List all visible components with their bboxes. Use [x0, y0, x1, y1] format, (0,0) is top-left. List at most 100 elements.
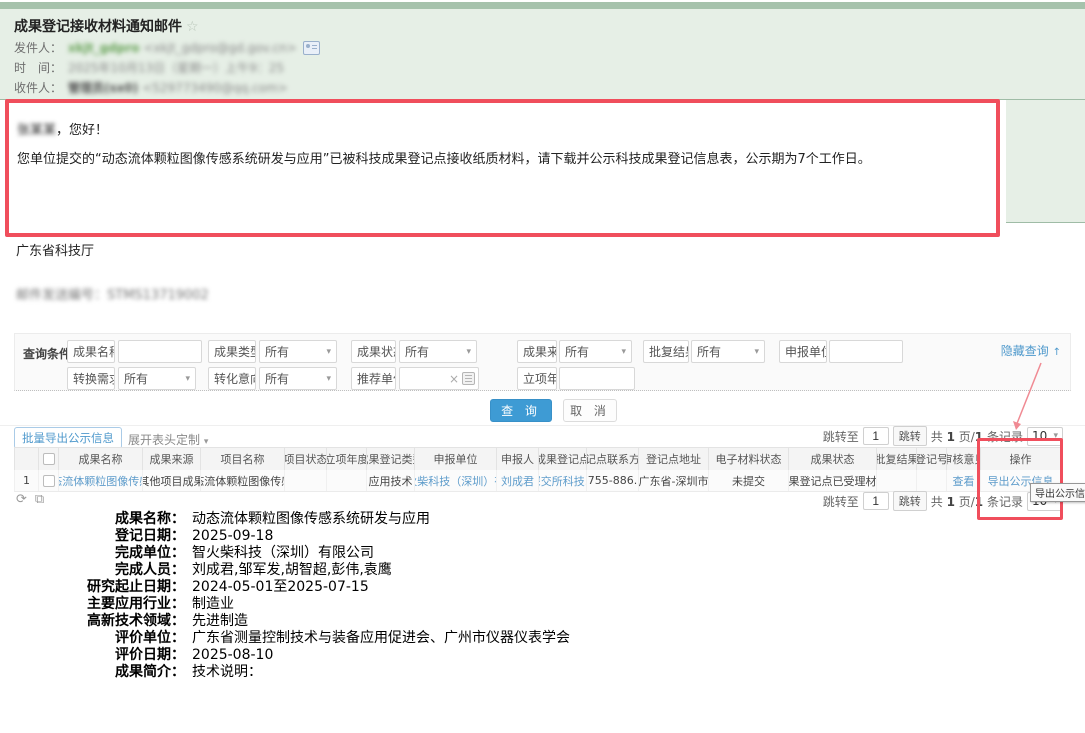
table-cell[interactable]: 智火柴科技（深圳）有... [415, 470, 497, 491]
table-header-cell[interactable]: 批复结果 [877, 448, 917, 470]
mail-page: 成果登记接收材料通知邮件☆ 发件人： xkjt_gdpro <xkjt_gdpr… [0, 0, 1085, 733]
table-header-cell[interactable]: 登记点地址 [639, 448, 709, 470]
filter-select[interactable]: 申报单位▾ [779, 340, 827, 363]
table-header-cell[interactable]: 申报人 [497, 448, 539, 470]
expand-header-custom[interactable]: 展开表头定制 ▾ [128, 431, 208, 448]
filter-select[interactable]: 批复结果▾ [643, 340, 689, 363]
table-header-cell[interactable]: 登记号 [917, 448, 947, 470]
table-cell[interactable]: 查看 [947, 470, 981, 491]
table-header-row: 成果名称成果来源项目名称项目状态立项年度成果登记类型申报单位申报人成果登记点登记… [14, 447, 1061, 471]
total-text: 共 1 页/1 条记录 [931, 493, 1023, 510]
from-label: 发件人： [14, 39, 62, 56]
table-cell[interactable]: 深交所科技... [539, 470, 587, 491]
export-tooltip: 导出公示信息 [1030, 483, 1085, 502]
to-address: <529773490@qq.com> [142, 81, 288, 95]
table-header-cell[interactable]: 成果名称 [59, 448, 143, 470]
search-button[interactable]: 查 询 [490, 399, 552, 422]
filter-input[interactable] [118, 340, 202, 363]
chevron-down-icon: ▾ [754, 347, 759, 357]
filter-input[interactable] [829, 340, 903, 363]
table-header-cell[interactable]: 操作 [981, 448, 1061, 470]
table-header-cell[interactable]: 申报单位 [415, 448, 497, 470]
table-header-cell[interactable]: 成果来源 [143, 448, 201, 470]
table-cell [285, 470, 327, 491]
batch-export-button[interactable]: 批量导出公示信息 [14, 427, 122, 449]
cancel-button[interactable]: 取 消 [563, 399, 617, 422]
table-cell: 应用技术 [367, 470, 415, 491]
filter-select[interactable]: 所有▾ [691, 340, 765, 363]
to-label: 收件人： [14, 79, 62, 96]
filter-select[interactable]: 转换需求额▾ [67, 367, 115, 390]
detail-row: 评价日期：2025-08-10 [0, 647, 980, 664]
annotation-box-email-body [5, 99, 1000, 237]
jump-label: 跳转至 [823, 428, 859, 445]
filter-select[interactable]: 所有▾ [259, 367, 337, 390]
select-all-checkbox[interactable] [43, 453, 55, 465]
table-cell: 0755-886... [587, 470, 639, 491]
detail-row: 完成人员： 刘成君,邹军发,胡智超,彭伟,袁鹰 [0, 562, 980, 579]
detail-label: 主要应用行业： [0, 596, 185, 613]
filter-select[interactable]: 转化意向方▾ [208, 367, 256, 390]
detail-label: 高新技术领域： [0, 613, 185, 630]
table-header-cell[interactable]: 项目状态 [285, 448, 327, 470]
refresh-icon[interactable]: ⟳ [16, 492, 27, 507]
page-size-select[interactable]: 10▾ [1027, 427, 1063, 446]
filter-select[interactable]: 所有▾ [259, 340, 337, 363]
detail-value: 先进制造 [192, 613, 248, 629]
filter-select[interactable]: 推荐单位▾ [351, 367, 396, 390]
detail-row: 研究起止日期：2024-05-01至2025-07-15 [0, 579, 980, 596]
jump-page-input[interactable] [863, 492, 889, 510]
table-cell[interactable]: 刘成君 [497, 470, 539, 491]
filter-select[interactable]: 所有▾ [118, 367, 196, 390]
table-header-cell[interactable]: 成果状态 [789, 448, 877, 470]
clear-icon[interactable]: × [449, 372, 459, 386]
filter-input[interactable] [559, 367, 635, 390]
table-cell: 其他项目成果 [143, 470, 201, 491]
table-header-cell[interactable]: 审核意见 [947, 448, 981, 470]
hide-query-link[interactable]: 隐藏查询 ↑ [1001, 342, 1061, 359]
detail-row: 成果简介：技术说明： [0, 664, 980, 681]
jump-button[interactable]: 跳转 [893, 491, 927, 511]
star-icon[interactable]: ☆ [186, 19, 199, 35]
chevron-down-icon: ▾ [204, 437, 209, 447]
table-header-cell[interactable]: 项目名称 [201, 448, 285, 470]
filter-input-with-picker[interactable]: × [399, 367, 479, 390]
chevron-down-icon: ▾ [621, 347, 626, 357]
copy-icon[interactable]: ⧉ [35, 492, 44, 507]
row-checkbox[interactable] [43, 475, 55, 487]
jump-page-input[interactable] [863, 427, 889, 445]
chevron-down-icon: ▾ [326, 347, 331, 357]
filter-select[interactable]: 成果类型▾ [208, 340, 256, 363]
picker-icon[interactable] [462, 372, 475, 385]
table-cell[interactable]: 动态流体颗粒图像传感... [59, 470, 143, 491]
table-header-cell[interactable]: 登记点联系方式 [587, 448, 639, 470]
contact-card-icon[interactable] [303, 41, 320, 55]
time-line: 时 间： 2025年10月13日（星期一）上午9：25 [14, 59, 284, 76]
email-signature: 广东省科技厅 [16, 240, 94, 259]
filter-select[interactable]: 成果来源▾ [517, 340, 557, 363]
detail-label: 完成人员： [0, 562, 185, 579]
filter-select[interactable]: 成果名称▾ [67, 340, 115, 363]
filter-select[interactable]: 所有▾ [559, 340, 632, 363]
detail-label: 研究起止日期： [0, 579, 185, 596]
detail-row: 主要应用行业：制造业 [0, 596, 980, 613]
detail-value: 智火柴科技（深圳）有限公司 [192, 545, 374, 561]
header-side-panel [1006, 100, 1085, 223]
table-footer-icons: ⟳ ⧉ [16, 492, 44, 507]
detail-value: 2025-09-18 [192, 528, 273, 544]
pagination-top: 跳转至 跳转 共 1 页/1 条记录 10▾ [823, 426, 1063, 446]
time-label: 时 间： [14, 59, 62, 76]
table-header-cell[interactable]: 成果登记点 [539, 448, 587, 470]
filter-select[interactable]: 所有▾ [399, 340, 477, 363]
table-header-cell[interactable]: 成果登记类型 [367, 448, 415, 470]
query-panel: 查询条件： 隐藏查询 ↑ 成果名称▾成果类型▾所有▾成果状态▾所有▾成果来源▾所… [14, 333, 1071, 391]
from-line: 发件人： xkjt_gdpro <xkjt_gdpro@gd.gov.cn> [14, 39, 320, 56]
detail-label: 成果名称： [0, 511, 185, 528]
filter-select[interactable]: 成果状态▾ [351, 340, 396, 363]
to-name: 管理员(sx0) [68, 79, 138, 96]
jump-button[interactable]: 跳转 [893, 426, 927, 446]
table-header-cell[interactable]: 电子材料状态 [709, 448, 789, 470]
table-header-cell[interactable]: 立项年度 [327, 448, 367, 470]
filter-select[interactable]: 立项年度▾ [517, 367, 557, 390]
detail-value: 刘成君,邹军发,胡智超,彭伟,袁鹰 [192, 562, 392, 578]
